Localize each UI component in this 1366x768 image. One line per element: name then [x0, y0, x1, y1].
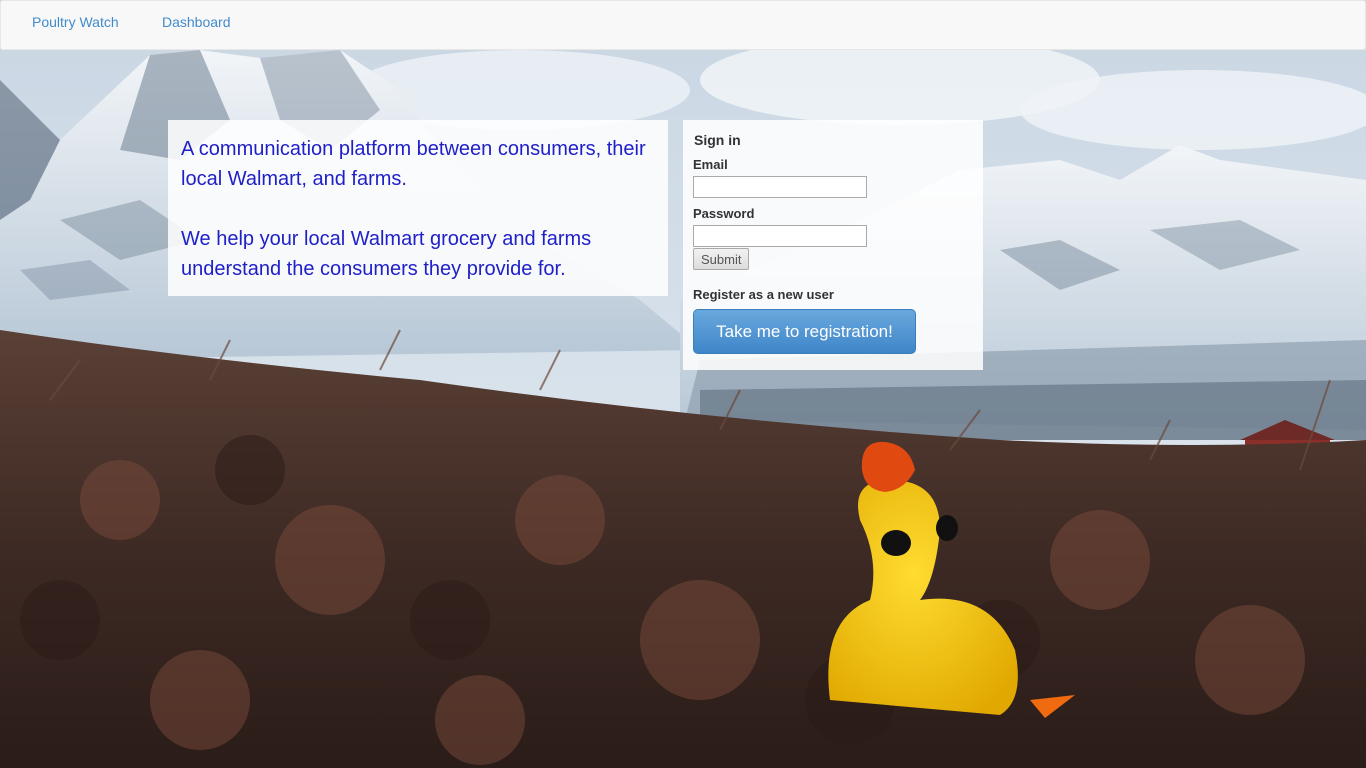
page: Poultry Watch Dashboard A communication …: [0, 0, 1366, 768]
email-label: Email: [693, 157, 728, 172]
registration-button[interactable]: Take me to registration!: [693, 309, 916, 354]
password-field[interactable]: [693, 225, 867, 247]
register-label: Register as a new user: [693, 287, 834, 302]
brand-link[interactable]: Poultry Watch: [32, 14, 119, 30]
intro-panel: A communication platform between consume…: [168, 120, 668, 296]
email-field[interactable]: [693, 176, 867, 198]
background-photo: [0, 0, 1366, 768]
password-label: Password: [693, 206, 755, 221]
signin-panel: Sign in Email Password Submit Register a…: [683, 120, 983, 370]
intro-text-2: We help your local Walmart grocery and f…: [181, 228, 592, 280]
intro-text-1: A communication platform between consume…: [181, 138, 646, 190]
signin-title: Sign in: [694, 132, 741, 148]
nav-link-dashboard[interactable]: Dashboard: [162, 14, 231, 30]
submit-button[interactable]: Submit: [693, 248, 750, 270]
top-navbar: Poultry Watch Dashboard: [0, 0, 1366, 50]
